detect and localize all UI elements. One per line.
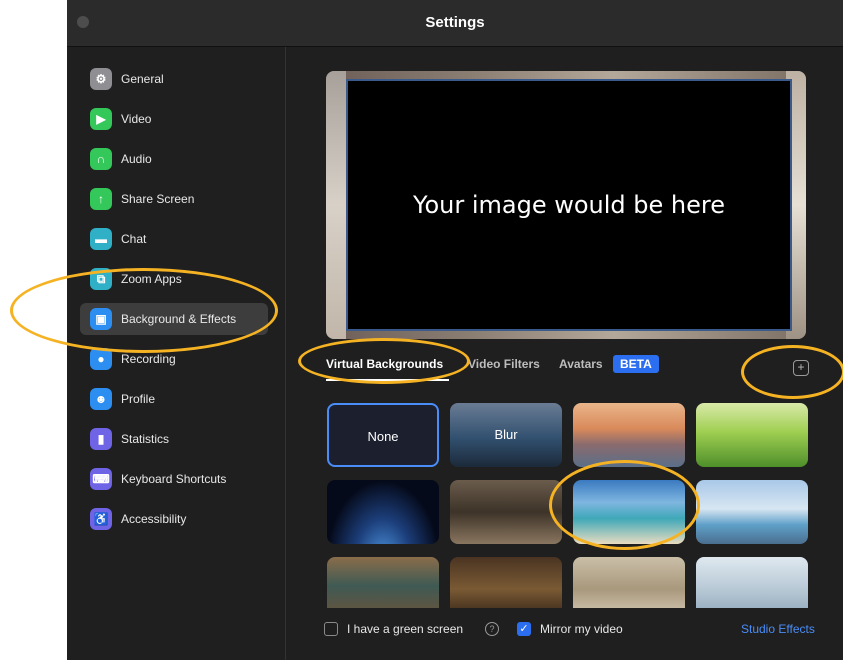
- background-thumb-earth-from-space[interactable]: [327, 480, 439, 544]
- highlight-ring-beach: [549, 460, 700, 550]
- background-footer: I have a green screen ? ✓ Mirror my vide…: [324, 622, 843, 642]
- keyboard-icon: ⌨: [90, 468, 112, 490]
- background-thumb-glass-building[interactable]: [696, 557, 808, 608]
- sidebar-item-label: Keyboard Shortcuts: [121, 472, 227, 486]
- accessibility-icon: ♿: [90, 508, 112, 530]
- background-thumb-bookshop[interactable]: [327, 557, 439, 608]
- sidebar-item-chat[interactable]: ▬ Chat: [80, 223, 268, 255]
- green-screen-label: I have a green screen: [347, 622, 464, 636]
- image-placeholder-text: Your image would be here: [412, 191, 725, 219]
- sidebar-item-label: Share Screen: [121, 192, 195, 206]
- sidebar-item-label: Accessibility: [121, 512, 187, 526]
- tab-avatars[interactable]: Avatars: [559, 357, 603, 371]
- preview-wall-left: [326, 71, 346, 339]
- tab-video-filters[interactable]: Video Filters: [468, 357, 540, 371]
- sidebar-item-audio[interactable]: ∩ Audio: [80, 143, 268, 175]
- background-thumb-pier[interactable]: [696, 480, 808, 544]
- highlight-ring-add-button: [741, 345, 843, 399]
- highlight-ring-virtual-backgrounds: [298, 338, 470, 384]
- sidebar-item-label: Profile: [121, 392, 156, 406]
- background-thumb-library-hall[interactable]: [450, 480, 562, 544]
- background-thumb-grass[interactable]: [696, 403, 808, 467]
- background-thumb-pub[interactable]: [450, 557, 562, 608]
- share-screen-icon: ↑: [90, 188, 112, 210]
- mirror-video-label: Mirror my video: [540, 622, 623, 636]
- sidebar-item-statistics[interactable]: ▮ Statistics: [80, 423, 268, 455]
- highlight-ring-background-effects: [10, 268, 278, 353]
- sidebar-item-keyboard-shortcuts[interactable]: ⌨ Keyboard Shortcuts: [80, 463, 268, 495]
- help-icon[interactable]: ?: [485, 622, 499, 636]
- sidebar-item-label: Recording: [121, 352, 176, 366]
- sidebar-item-label: Video: [121, 112, 152, 126]
- green-screen-checkbox[interactable]: [324, 622, 338, 636]
- statistics-icon: ▮: [90, 428, 112, 450]
- chat-bubble-icon: ▬: [90, 228, 112, 250]
- sidebar-item-label: Chat: [121, 232, 147, 246]
- sidebar-item-share-screen[interactable]: ↑ Share Screen: [80, 183, 268, 215]
- sidebar-item-accessibility[interactable]: ♿ Accessibility: [80, 503, 268, 535]
- studio-effects-link[interactable]: Studio Effects: [741, 622, 815, 636]
- background-thumb-arches[interactable]: [573, 557, 685, 608]
- window-title: Settings: [425, 14, 485, 31]
- background-thumb-blur[interactable]: Blur: [450, 403, 562, 467]
- video-preview: Your image would be here: [326, 71, 806, 339]
- sidebar-item-label: Audio: [121, 152, 152, 166]
- background-thumb-label: Blur: [494, 427, 518, 442]
- title-bar: Settings: [67, 0, 843, 47]
- headphones-icon: ∩: [90, 148, 112, 170]
- video-camera-icon: ▶: [90, 108, 112, 130]
- gear-icon: ⚙: [90, 68, 112, 90]
- mirror-video-checkbox[interactable]: ✓: [517, 622, 531, 636]
- sidebar-item-general[interactable]: ⚙ General: [80, 63, 268, 95]
- sidebar-item-label: General: [121, 72, 164, 86]
- image-placeholder: Your image would be here: [346, 79, 792, 331]
- background-thumb-label: None: [367, 429, 399, 444]
- settings-sidebar: ⚙ General ▶ Video ∩ Audio ↑ Share Screen ▬ Chat ⧉ Z…: [67, 47, 286, 660]
- background-thumb-golden-gate-bridge[interactable]: [573, 403, 685, 467]
- background-thumb-none[interactable]: None: [327, 403, 439, 467]
- sidebar-item-profile[interactable]: ☻ Profile: [80, 383, 268, 415]
- sidebar-item-video[interactable]: ▶ Video: [80, 103, 268, 135]
- beta-badge: BETA: [613, 355, 659, 373]
- sidebar-item-label: Statistics: [121, 432, 170, 446]
- profile-icon: ☻: [90, 388, 112, 410]
